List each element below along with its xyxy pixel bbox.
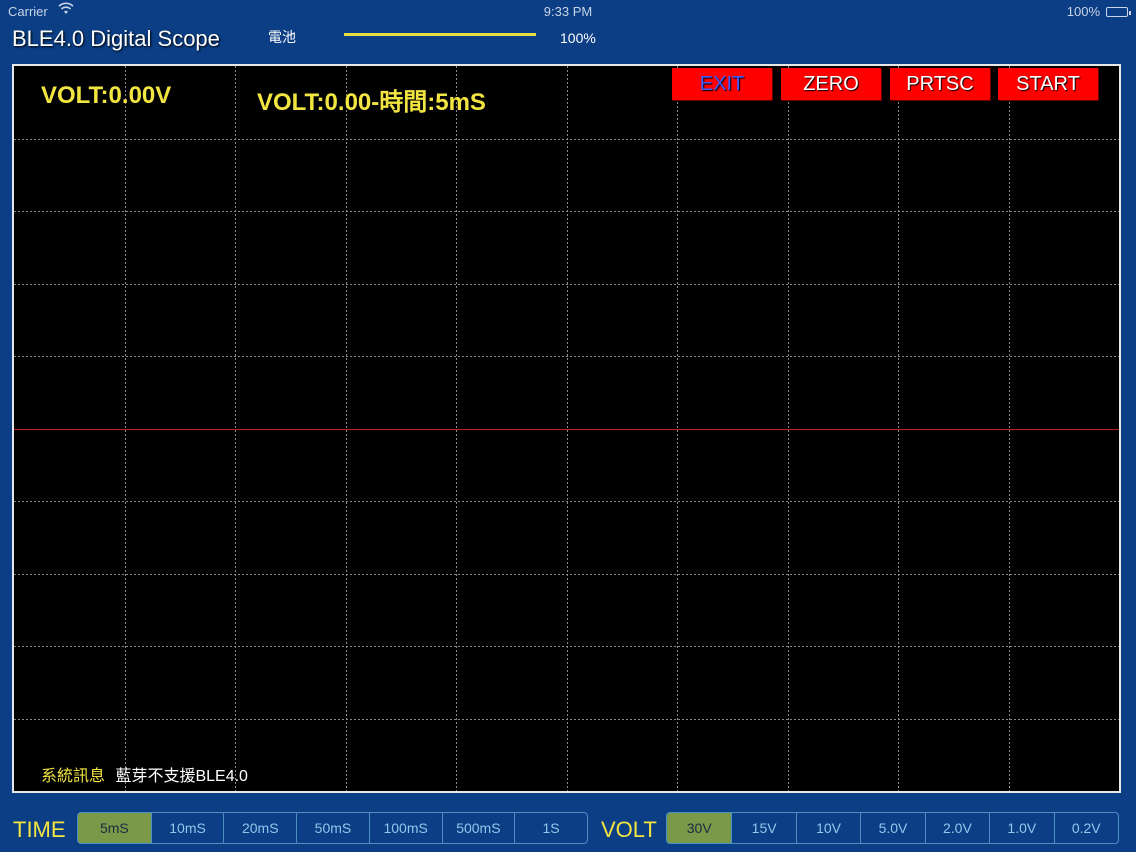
volt-scale-option[interactable]: 15V (731, 813, 795, 843)
prtsc-button[interactable]: PRTSC (890, 68, 990, 100)
time-scale-option[interactable]: 500mS (441, 813, 515, 843)
time-scale-option[interactable]: 100mS (368, 813, 442, 843)
system-battery: 100% (1066, 4, 1131, 19)
time-scale-selector[interactable]: 5mS 10mS 20mS 50mS 100mS 500mS 1S (77, 812, 588, 844)
volt-scale-option[interactable]: 10V (795, 813, 860, 843)
exit-button[interactable]: EXIT (672, 68, 772, 100)
volt-scale-selector[interactable]: 30V 15V 10V 5.0V 2.0V 1.0V 0.2V (666, 812, 1119, 844)
volt-scale-option[interactable]: 1.0V (989, 813, 1053, 843)
scope-grid (14, 66, 1119, 791)
battery-label: 電池 (268, 29, 296, 45)
system-message: 系統訊息 藍芽不支援BLE4.0 (41, 762, 248, 786)
time-scale-option[interactable]: 1S (514, 813, 587, 843)
battery-level-bar (344, 33, 536, 36)
volt-scale-option[interactable]: 2.0V (924, 813, 989, 843)
system-message-label: 系統訊息 (41, 768, 106, 785)
battery-level-fill (344, 33, 536, 36)
volt-scale-option[interactable]: 0.2V (1053, 813, 1118, 843)
time-label: TIME (13, 817, 66, 842)
start-button[interactable]: START (998, 68, 1098, 100)
battery-icon (1106, 6, 1131, 17)
volt-scale-option[interactable]: 5.0V (860, 813, 924, 843)
clock: 9:33 PM (543, 4, 593, 19)
volt-label: VOLT (601, 817, 657, 842)
time-scale-option[interactable]: 5mS (78, 813, 151, 843)
status-bar: Carrier 9:33 PM 100% (0, 0, 1136, 22)
battery-percent: 100% (1066, 4, 1100, 19)
time-scale-option[interactable]: 20mS (223, 813, 296, 843)
app-title: BLE4.0 Digital Scope (12, 26, 220, 51)
scope-display: VOLT:0.00V VOLT:0.00-時間:5mS EXIT ZERO PR… (12, 64, 1121, 793)
volt-scale-option[interactable]: 30V (667, 813, 732, 843)
time-scale-option[interactable]: 50mS (296, 813, 369, 843)
volt-time-readout: VOLT:0.00-時間:5mS (257, 89, 486, 116)
battery-level-percent: 100% (560, 30, 596, 46)
time-scale-option[interactable]: 10mS (150, 813, 224, 843)
zero-button[interactable]: ZERO (781, 68, 881, 100)
system-message-text: 藍芽不支援BLE4.0 (115, 768, 248, 785)
volt-readout: VOLT:0.00V (41, 82, 172, 109)
